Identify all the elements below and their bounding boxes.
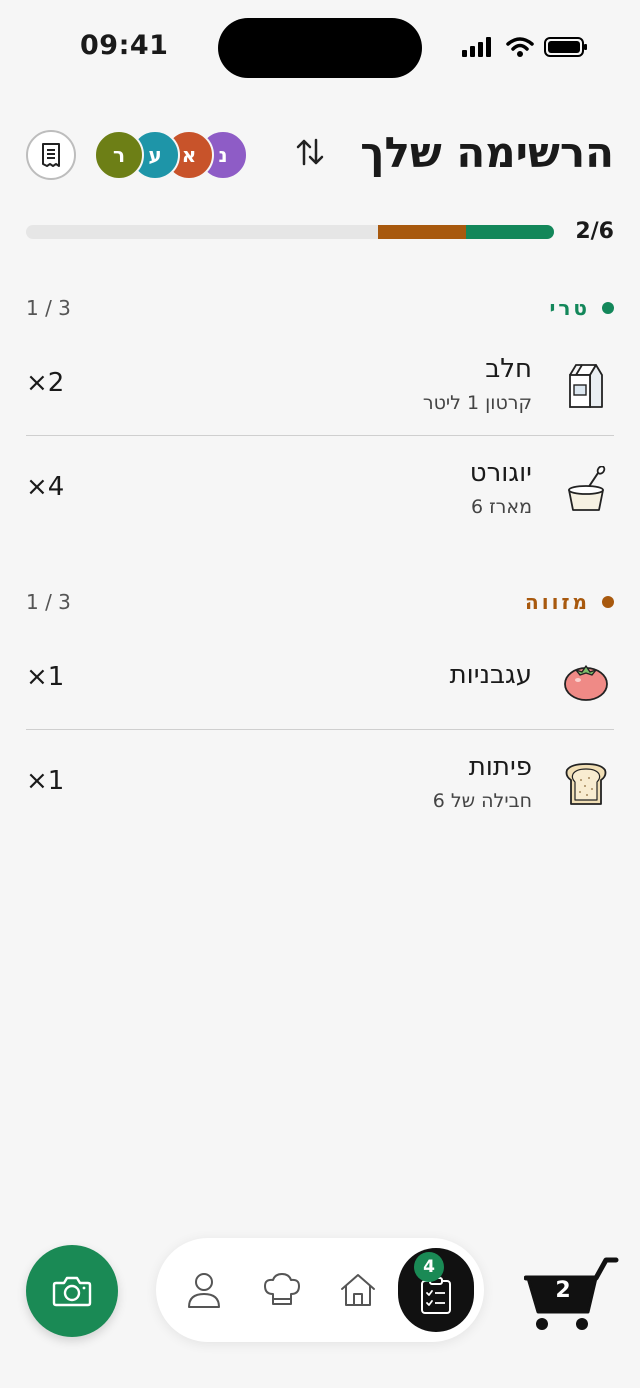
section-header-fresh: 1 / 3 טרי <box>26 296 614 320</box>
milk-carton-icon <box>558 358 614 414</box>
item-quantity[interactable]: ×1 <box>26 766 64 796</box>
item-name: חלב <box>485 354 532 384</box>
divider <box>26 435 614 436</box>
section-dot <box>602 302 614 314</box>
status-icons <box>462 36 588 58</box>
item-name: פיתות <box>468 752 532 782</box>
section-title-text: מזווה <box>525 590 590 614</box>
checklist-icon <box>421 1277 451 1314</box>
yogurt-cup-icon <box>558 462 614 518</box>
progress-done-segment <box>466 225 554 239</box>
receipt-button[interactable] <box>26 130 76 180</box>
nav-list-active[interactable]: 4 <box>398 1248 474 1332</box>
progress-label: 2/6 <box>575 219 614 244</box>
tomato-icon <box>558 652 614 708</box>
dynamic-island <box>218 18 422 78</box>
cart-button[interactable]: 2 <box>523 1256 620 1332</box>
item-detail: מארז 6 <box>470 496 532 518</box>
section-count: 1 / 3 <box>26 296 71 320</box>
signal-icon <box>462 37 491 57</box>
section-title: טרי <box>549 296 614 320</box>
home-icon <box>341 1274 375 1306</box>
bread-slice-icon <box>558 756 614 812</box>
section-dot <box>602 596 614 608</box>
section-title: מזווה <box>525 590 614 614</box>
battery-icon <box>544 37 587 57</box>
item-name: עגבניות <box>449 660 532 690</box>
list-item[interactable]: פיתות חבילה של 6 ×1 <box>26 734 614 834</box>
list-count-badge: 4 <box>414 1252 444 1282</box>
item-detail: קרטון 1 ליטר <box>422 392 532 414</box>
item-detail: חבילה של 6 <box>432 790 532 812</box>
nav-home[interactable] <box>336 1268 380 1312</box>
item-quantity[interactable]: ×4 <box>26 472 64 502</box>
section-count: 1 / 3 <box>26 590 71 614</box>
camera-icon <box>52 1276 92 1307</box>
chef-hat-icon <box>264 1273 300 1305</box>
list-item[interactable]: עגבניות ×1 <box>26 630 614 730</box>
nav-recipes[interactable] <box>260 1268 304 1312</box>
bottom-nav: 4 <box>156 1238 484 1342</box>
progress-partial-segment <box>378 225 466 239</box>
status-time: 09:41 <box>80 30 169 61</box>
progress-bar <box>26 225 554 239</box>
list-item[interactable]: חלב קרטון 1 ליטר ×2 <box>26 336 614 436</box>
cart-count: 2 <box>555 1278 571 1303</box>
user-icon <box>188 1273 220 1308</box>
camera-button[interactable] <box>26 1245 118 1337</box>
member-avatars[interactable]: נ א ע ר <box>94 130 248 180</box>
divider <box>26 729 614 730</box>
section-title-text: טרי <box>549 296 590 320</box>
item-quantity[interactable]: ×1 <box>26 662 64 692</box>
item-quantity[interactable]: ×2 <box>26 368 64 398</box>
list-item[interactable]: יוגורט מארז 6 ×4 <box>26 440 614 540</box>
sort-button[interactable] <box>290 132 330 172</box>
avatar[interactable]: ר <box>94 130 144 180</box>
receipt-icon <box>42 143 60 167</box>
wifi-icon <box>506 37 534 57</box>
nav-profile[interactable] <box>182 1268 226 1312</box>
page-title: הרשימה שלך <box>360 128 614 177</box>
sort-arrows-icon <box>296 138 324 166</box>
section-header-pantry: 1 / 3 מזווה <box>26 590 614 614</box>
item-name: יוגורט <box>469 458 532 488</box>
